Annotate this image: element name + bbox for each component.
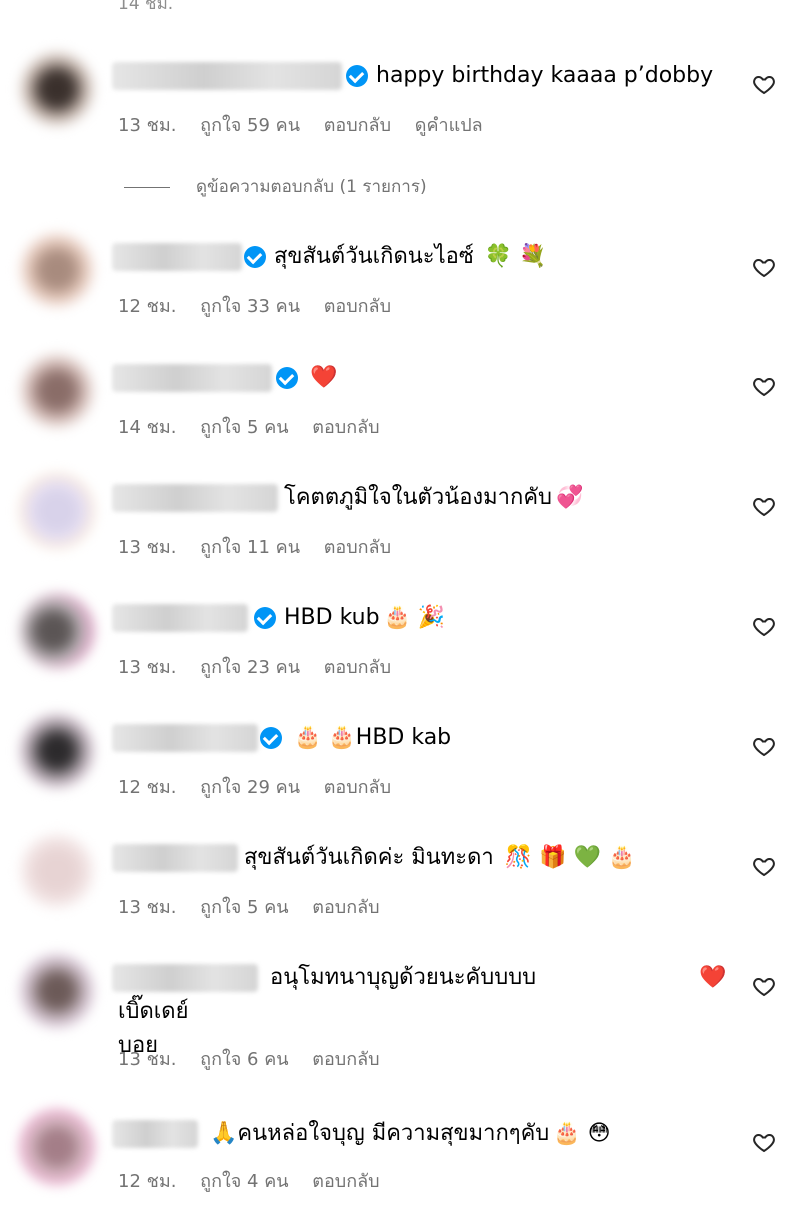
like-heart-icon[interactable] (752, 974, 776, 998)
comment-body: สุขสันต์วันเกิดค่ะ มินทะดา (244, 845, 494, 870)
comment-emojis: ❤️ (310, 365, 338, 390)
like-count[interactable]: ถูกใจ 23 คน (200, 657, 300, 678)
comment-time: 13 ชม. (118, 657, 177, 678)
verified-badge-icon (276, 367, 298, 389)
comment-meta: 13 ชม. ถูกใจ 5 คน ตอบกลับ (118, 892, 398, 921)
reply-button[interactable]: ตอบกลับ (324, 657, 391, 678)
username-blurred[interactable] (112, 243, 242, 271)
like-heart-icon[interactable] (752, 614, 776, 638)
username-blurred[interactable] (112, 1120, 198, 1148)
comment-body: โคตตภูมิใจในตัวน้องมากคับ (284, 485, 553, 510)
like-count[interactable]: ถูกใจ 4 คน (200, 1171, 288, 1192)
comment-emojis: 🎊 🎁 💚 🎂 (504, 845, 636, 870)
like-heart-icon[interactable] (752, 734, 776, 758)
avatar[interactable] (20, 834, 94, 908)
like-count[interactable]: ถูกใจ 33 คน (200, 296, 300, 317)
avatar[interactable] (20, 714, 94, 788)
previous-comment-time: 14 ชม. (118, 0, 174, 14)
comment-time: 12 ชม. (118, 777, 177, 798)
reply-button[interactable]: ตอบกลับ (324, 537, 391, 558)
comment-meta: 13 ชม. ถูกใจ 6 คน ตอบกลับ (118, 1044, 398, 1073)
avatar[interactable] (20, 954, 94, 1028)
reply-button[interactable]: ตอบกลับ (324, 296, 391, 317)
like-count[interactable]: ถูกใจ 59 คน (200, 115, 300, 136)
comment-time: 12 ชม. (118, 296, 177, 317)
like-count[interactable]: ถูกใจ 29 คน (200, 777, 300, 798)
avatar[interactable] (20, 354, 94, 428)
comment-meta: 13 ชม. ถูกใจ 11 คน ตอบกลับ (118, 532, 409, 561)
comment-body: HBD kub (284, 605, 380, 630)
view-replies-label: ดูข้อความตอบกลับ (1 รายการ) (196, 177, 427, 197)
username-blurred[interactable] (112, 484, 278, 512)
view-replies-button[interactable]: ดูข้อความตอบกลับ (1 รายการ) (124, 173, 427, 200)
avatar[interactable] (20, 52, 94, 126)
comment-time: 13 ชม. (118, 897, 177, 918)
comment-text: สุขสันต์วันเกิดค่ะ มินทะดา 🎊 🎁 💚 🎂 (244, 841, 635, 875)
comment-emojis: ❤️ (699, 965, 727, 990)
comment-emojis: 💞 (556, 485, 584, 510)
like-count[interactable]: ถูกใจ 11 คน (200, 537, 300, 558)
like-count[interactable]: ถูกใจ 5 คน (200, 897, 288, 918)
like-heart-icon[interactable] (752, 854, 776, 878)
comment-body: อนุโมทนาบุญด้วยนะคับบบบ (270, 965, 537, 990)
verified-badge-icon (244, 246, 266, 268)
comment-time: 12 ชม. (118, 1171, 177, 1192)
divider (124, 186, 170, 188)
comment-time: 13 ชม. (118, 115, 177, 136)
comment-emojis-before: 🙏 (210, 1121, 238, 1146)
comment-text: happy birthday kaaaa p’dobby (376, 63, 714, 88)
like-heart-icon[interactable] (752, 494, 776, 518)
comment-body: HBD kab (355, 725, 452, 750)
comment-text: สุขสันต์วันเกิดนะไอซ์ 🍀 💐 (274, 240, 547, 274)
username-blurred[interactable] (112, 724, 258, 752)
comment-meta: 12 ชม. ถูกใจ 29 คน ตอบกลับ (118, 772, 409, 801)
reply-button[interactable]: ตอบกลับ (312, 417, 379, 438)
like-heart-icon[interactable] (752, 255, 776, 279)
comment-meta: 13 ชม. ถูกใจ 59 คน ตอบกลับ ดูคำแปล (118, 110, 501, 139)
comment-body-continued: เบิ๊ดเดย์ (118, 999, 189, 1024)
comment-body: คนหล่อใจบุญ มีความสุขมากๆคับ (237, 1121, 550, 1146)
comment-emojis: 🎂 😳 (553, 1121, 611, 1146)
comment-text: 🙏คนหล่อใจบุญ มีความสุขมากๆคับ 🎂 😳 (206, 1117, 611, 1151)
avatar[interactable] (20, 474, 94, 548)
username-blurred[interactable] (112, 62, 342, 90)
verified-badge-icon (260, 727, 282, 749)
like-heart-icon[interactable] (752, 374, 776, 398)
like-count[interactable]: ถูกใจ 5 คน (200, 417, 288, 438)
like-count[interactable]: ถูกใจ 6 คน (200, 1049, 288, 1070)
like-heart-icon[interactable] (752, 1130, 776, 1154)
reply-button[interactable]: ตอบกลับ (312, 1049, 379, 1070)
comment-time: 13 ชม. (118, 1049, 177, 1070)
reply-button[interactable]: ตอบกลับ (312, 1171, 379, 1192)
comment-emojis: 🍀 💐 (484, 244, 547, 269)
comment-time: 14 ชม. (118, 417, 177, 438)
avatar[interactable] (20, 233, 94, 307)
comment-emojis: 🎂 🎉 (383, 605, 446, 630)
comment-text: 🎂 🎂HBD kab (290, 721, 451, 755)
comment-text: ❤️ (306, 361, 337, 395)
like-heart-icon[interactable] (752, 72, 776, 96)
comment-emojis: 🎂 🎂 (294, 725, 356, 750)
comment-time: 13 ชม. (118, 537, 177, 558)
username-blurred[interactable] (112, 604, 248, 632)
username-blurred[interactable] (112, 364, 272, 392)
comment-text: HBD kub 🎂 🎉 (284, 601, 445, 635)
translate-button[interactable]: ดูคำแปล (415, 115, 483, 136)
comment-meta: 14 ชม. ถูกใจ 5 คน ตอบกลับ (118, 412, 398, 441)
comment-body: สุขสันต์วันเกิดนะไอซ์ (274, 244, 474, 269)
avatar[interactable] (20, 1110, 94, 1184)
comment-meta: 13 ชม. ถูกใจ 23 คน ตอบกลับ (118, 652, 409, 681)
avatar[interactable] (20, 594, 94, 668)
verified-badge-icon (254, 607, 276, 629)
comment-meta: 12 ชม. ถูกใจ 4 คน ตอบกลับ (118, 1166, 398, 1195)
verified-badge-icon (346, 65, 368, 87)
reply-button[interactable]: ตอบกลับ (324, 777, 391, 798)
reply-button[interactable]: ตอบกลับ (324, 115, 391, 136)
username-blurred[interactable] (112, 844, 238, 872)
reply-button[interactable]: ตอบกลับ (312, 897, 379, 918)
comment-text: โคตตภูมิใจในตัวน้องมากคับ 💞 (284, 481, 583, 515)
comment-meta: 12 ชม. ถูกใจ 33 คน ตอบกลับ (118, 291, 409, 320)
